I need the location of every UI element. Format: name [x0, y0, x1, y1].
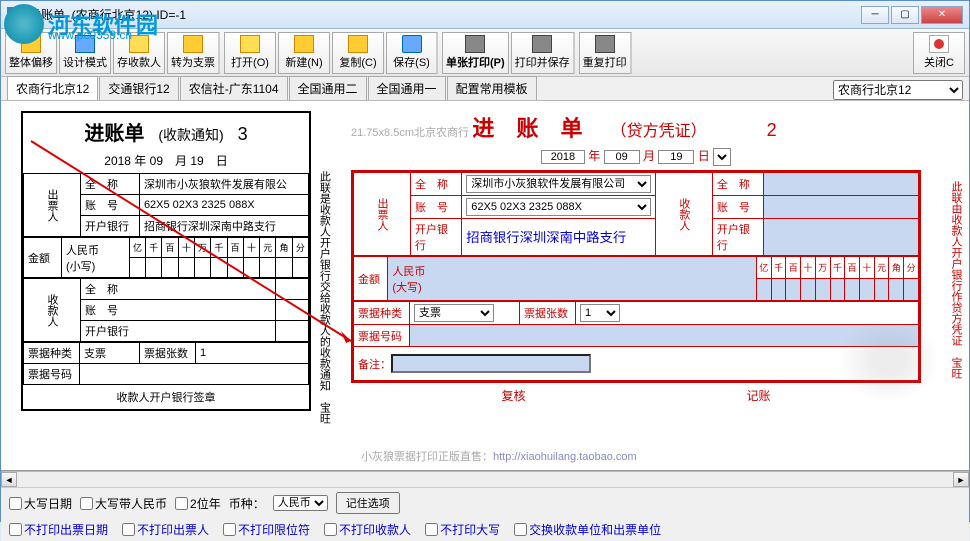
- tab-4[interactable]: 全国通用二: [289, 76, 367, 100]
- tab-2[interactable]: 交通银行12: [99, 76, 178, 100]
- payer-account-select[interactable]: 62X5 02X3 2325 088X: [466, 198, 651, 216]
- right-side-note: 此联由收款人开户银行作贷方凭证 宝旺: [948, 181, 963, 379]
- left-side-note: 此联是收款人开户银行交给收款人的收款通知 宝旺: [316, 171, 331, 424]
- options-row-2: 不打印出票日期 不打印出票人 不打印限位符 不打印收款人 不打印大写 交换收款单…: [1, 518, 969, 541]
- save-button[interactable]: 保存(S): [386, 32, 438, 74]
- cb-2digit-year[interactable]: 2位年: [175, 495, 221, 512]
- minimize-button[interactable]: ─: [861, 6, 889, 24]
- tab-1[interactable]: 农商行北京12: [7, 76, 98, 100]
- reprint-button[interactable]: 重复打印: [579, 32, 632, 74]
- cb-no-capital[interactable]: 不打印大写: [425, 521, 500, 538]
- print-one-button[interactable]: 单张打印(P): [442, 32, 509, 74]
- month-input[interactable]: [604, 150, 640, 164]
- template-selector[interactable]: 农商行北京12: [833, 80, 963, 100]
- remark-input[interactable]: [391, 354, 591, 373]
- payer-name-select[interactable]: 深圳市小灰狼软件发展有限公司: [466, 175, 651, 193]
- watermark-logo: [4, 4, 44, 44]
- currency-select[interactable]: 人民币: [273, 495, 328, 511]
- cb-capital-date[interactable]: 大写日期: [9, 495, 72, 512]
- cb-no-limit[interactable]: 不打印限位符: [223, 521, 310, 538]
- maximize-button[interactable]: ▢: [891, 6, 919, 24]
- tab-6[interactable]: 配置常用模板: [447, 76, 537, 100]
- open-button[interactable]: 打开(O): [224, 32, 276, 74]
- new-button[interactable]: 新建(N): [278, 32, 330, 74]
- tab-5[interactable]: 全国通用一: [368, 76, 446, 100]
- cb-no-date[interactable]: 不打印出票日期: [9, 521, 108, 538]
- cb-capital-rmb[interactable]: 大写带人民币: [80, 495, 167, 512]
- year-input[interactable]: [541, 150, 585, 164]
- cb-no-payer[interactable]: 不打印出票人: [122, 521, 209, 538]
- horizontal-scrollbar[interactable]: ◄►: [1, 471, 969, 487]
- options-row-1: 大写日期 大写带人民币 2位年 币种： 人民币 记住选项: [1, 487, 969, 518]
- to-check-button[interactable]: 转为支票: [167, 32, 220, 74]
- payer-bank-input[interactable]: [466, 229, 651, 244]
- copy-button[interactable]: 复制(C): [332, 32, 384, 74]
- bill-count-select[interactable]: 1: [580, 304, 620, 322]
- tabbar: 农商行北京12 交通银行12 农信社-广东1104 全国通用二 全国通用一 配置…: [1, 77, 969, 101]
- remember-button[interactable]: 记住选项: [336, 492, 400, 514]
- tab-3[interactable]: 农信社-广东1104: [180, 76, 288, 100]
- day-input[interactable]: [658, 150, 694, 164]
- close-button[interactable]: ✕: [921, 6, 963, 24]
- cb-swap[interactable]: 交换收款单位和出票单位: [514, 521, 661, 538]
- date-dropdown[interactable]: [713, 148, 731, 166]
- cb-no-payee[interactable]: 不打印收款人: [324, 521, 411, 538]
- wolf-watermark: [829, 310, 949, 410]
- watermark: 河东软件园 www.pc0359.cn: [0, 0, 162, 48]
- workarea: 进账单 (收款通知) 3 2018 年 09 月 19 日 出票人全 称深圳市小…: [1, 101, 969, 471]
- receipt-form-left: 进账单 (收款通知) 3 2018 年 09 月 19 日 出票人全 称深圳市小…: [21, 111, 311, 411]
- close-app-button[interactable]: 关闭C: [913, 32, 965, 74]
- bill-type-select[interactable]: 支票: [414, 304, 494, 322]
- footer-link: 小灰狼票据打印正版直售：http://xiaohuilang.taobao.co…: [361, 448, 637, 464]
- print-save-button[interactable]: 打印并保存: [511, 32, 575, 74]
